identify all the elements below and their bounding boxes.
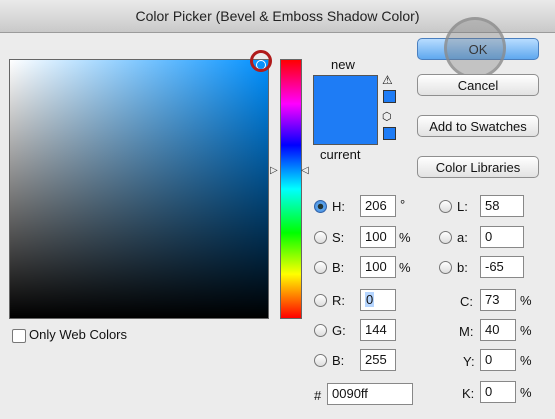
lab-a-input[interactable]: 0 (480, 226, 524, 248)
green-input[interactable]: 144 (360, 319, 396, 341)
blue-input[interactable]: 255 (360, 349, 396, 371)
black-label: K: (462, 386, 475, 401)
color-preview-swatch (313, 75, 378, 145)
color-libraries-button[interactable]: Color Libraries (417, 156, 539, 178)
lab-l-label: L: (457, 199, 468, 214)
blue-label: B: (332, 353, 345, 368)
add-to-swatches-button[interactable]: Add to Swatches (417, 115, 539, 137)
cancel-button[interactable]: Cancel (417, 74, 539, 96)
lab-b-radio[interactable] (439, 261, 452, 274)
cyan-unit: % (520, 293, 532, 308)
red-input[interactable]: 0 (360, 289, 396, 311)
magenta-input[interactable]: 40 (480, 319, 516, 341)
lab-l-input[interactable]: 58 (480, 195, 524, 217)
yellow-label: Y: (463, 354, 475, 369)
new-label: new (331, 57, 355, 72)
click-indicator (444, 17, 506, 79)
hex-input[interactable]: 0090ff (327, 383, 413, 405)
yellow-input[interactable]: 0 (480, 349, 516, 371)
red-radio[interactable] (314, 294, 327, 307)
brightness-unit: % (399, 260, 411, 275)
saturation-label: S: (332, 230, 345, 245)
lab-a-radio[interactable] (439, 231, 452, 244)
brightness-input[interactable]: 100 (360, 256, 396, 278)
web-safe-swatch[interactable] (383, 127, 396, 140)
cyan-label: C: (460, 294, 473, 309)
yellow-unit: % (520, 353, 532, 368)
brightness-label: B: (332, 260, 345, 275)
black-input[interactable]: 0 (480, 381, 516, 403)
warning-triangle-icon[interactable]: ⚠ (382, 73, 393, 87)
saturation-input[interactable]: 100 (360, 226, 396, 248)
hex-label: # (314, 388, 322, 403)
saturation-brightness-field[interactable] (9, 59, 269, 319)
green-label: G: (332, 323, 346, 338)
only-web-colors-checkbox[interactable] (12, 329, 26, 343)
hue-label: H: (332, 199, 345, 214)
magenta-label: M: (459, 324, 474, 339)
lab-b-label: b: (457, 260, 468, 275)
red-value: 0 (365, 292, 375, 307)
hue-input[interactable]: 206 (360, 195, 396, 217)
hue-unit: ° (400, 197, 406, 212)
blue-radio[interactable] (314, 354, 327, 367)
lab-b-input[interactable]: -65 (480, 256, 524, 278)
black-unit: % (520, 385, 532, 400)
current-label: current (320, 147, 361, 162)
hue-slider-left-arrow-icon[interactable]: ▷ (270, 165, 278, 176)
gamut-warning-swatch[interactable] (383, 90, 396, 103)
saturation-unit: % (399, 230, 411, 245)
only-web-colors-label[interactable]: Only Web Colors (29, 327, 127, 342)
green-radio[interactable] (314, 324, 327, 337)
magenta-unit: % (520, 323, 532, 338)
saturation-radio[interactable] (314, 231, 327, 244)
hue-slider-right-arrow-icon[interactable]: ◁ (301, 165, 309, 176)
red-label: R: (332, 293, 345, 308)
hue-slider[interactable] (280, 59, 302, 319)
brightness-radio[interactable] (314, 261, 327, 274)
marker-highlight-ring (250, 50, 272, 72)
lab-l-radio[interactable] (439, 200, 452, 213)
hue-radio[interactable] (314, 200, 327, 213)
cube-icon[interactable]: ⬡ (382, 110, 392, 123)
lab-a-label: a: (457, 230, 468, 245)
cyan-input[interactable]: 73 (480, 289, 516, 311)
